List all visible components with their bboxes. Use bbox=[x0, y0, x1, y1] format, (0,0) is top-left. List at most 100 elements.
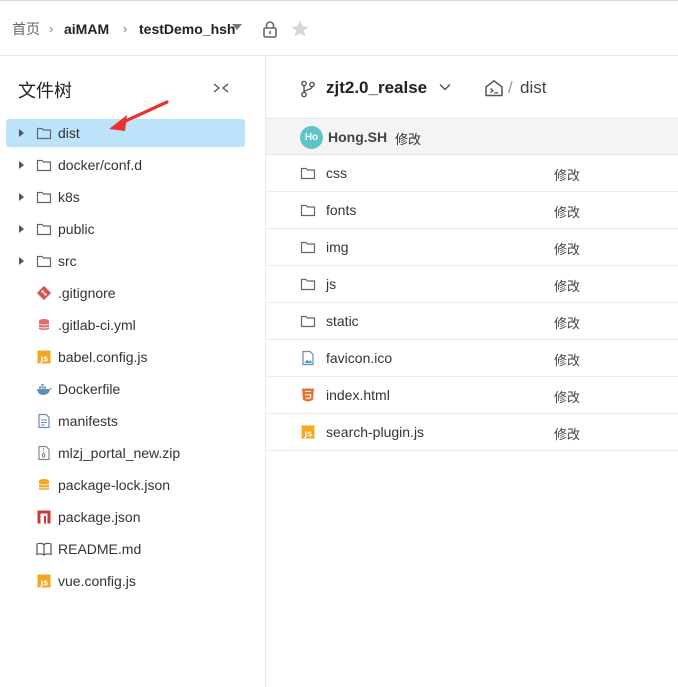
tree-item-package-json[interactable]: package.json bbox=[6, 503, 245, 531]
file-name-link[interactable]: js bbox=[326, 276, 336, 292]
folder-icon bbox=[300, 165, 316, 181]
tree-item-label: README.md bbox=[58, 541, 142, 557]
file-name-link[interactable]: static bbox=[326, 313, 359, 329]
file-row[interactable]: fonts 修改 bbox=[266, 192, 678, 229]
expand-arrow-icon[interactable] bbox=[19, 225, 24, 233]
expand-arrow-icon[interactable] bbox=[19, 161, 24, 169]
tree-item-k8s[interactable]: k8s bbox=[6, 183, 245, 211]
tree-item-label: mlzj_portal_new.zip bbox=[58, 445, 181, 461]
repo-root-icon[interactable] bbox=[484, 79, 504, 97]
top-divider bbox=[0, 0, 678, 3]
file-row[interactable]: static 修改 bbox=[266, 303, 678, 340]
tree-item-dockerfile[interactable]: Dockerfile bbox=[6, 375, 245, 403]
expand-arrow-icon[interactable] bbox=[19, 193, 24, 201]
folder-icon bbox=[36, 125, 52, 141]
tree-item-gitignore[interactable]: .gitignore bbox=[6, 279, 245, 307]
file-name-link[interactable]: img bbox=[326, 239, 349, 255]
file-name-link[interactable]: fonts bbox=[326, 202, 356, 218]
tree-item-label: src bbox=[58, 253, 77, 269]
folder-icon bbox=[300, 313, 316, 329]
tree-item-label: docker/conf.d bbox=[58, 157, 143, 173]
tree-item-label: vue.config.js bbox=[58, 573, 136, 589]
tree-item-label: babel.config.js bbox=[58, 349, 148, 365]
current-path[interactable]: dist bbox=[520, 78, 546, 98]
tree-item-babel-config-js[interactable]: JS babel.config.js bbox=[6, 343, 245, 371]
tree-item-package-lock-json[interactable]: package-lock.json bbox=[6, 471, 245, 499]
npm-icon bbox=[36, 509, 52, 525]
collapse-panel-icon[interactable] bbox=[213, 82, 229, 94]
file-name-link[interactable]: css bbox=[326, 165, 347, 181]
folder-icon bbox=[300, 239, 316, 255]
file-commit-message[interactable]: 修改 bbox=[554, 387, 580, 406]
top-breadcrumb-bar: 首页 › aiMAM › testDemo_hsh bbox=[0, 0, 678, 56]
svg-text:JS: JS bbox=[304, 431, 313, 439]
tree-item-label: .gitignore bbox=[58, 285, 116, 301]
file-name-link[interactable]: favicon.ico bbox=[326, 350, 392, 366]
text-file-icon bbox=[36, 413, 52, 429]
breadcrumb-home-link[interactable]: 首页 bbox=[12, 20, 40, 38]
js-icon: JS bbox=[300, 424, 316, 440]
file-row[interactable]: js 修改 bbox=[266, 266, 678, 303]
file-browser-main: zjt2.0_realse / dist Ho Hong.SH 修改 css 修改… bbox=[266, 56, 678, 687]
svg-text:JS: JS bbox=[40, 580, 49, 588]
breadcrumb-repo-link[interactable]: aiMAM bbox=[64, 20, 109, 38]
tree-item-label: public bbox=[58, 221, 95, 237]
tree-item-label: .gitlab-ci.yml bbox=[58, 317, 136, 333]
file-commit-message[interactable]: 修改 bbox=[554, 350, 580, 369]
folder-icon bbox=[36, 253, 52, 269]
expand-arrow-icon[interactable] bbox=[19, 257, 24, 265]
file-name-link[interactable]: search-plugin.js bbox=[326, 424, 424, 440]
tree-item-manifests[interactable]: manifests bbox=[6, 407, 245, 435]
expand-arrow-icon[interactable] bbox=[19, 129, 24, 137]
folder-icon bbox=[36, 221, 52, 237]
file-name-link[interactable]: index.html bbox=[326, 387, 390, 403]
folder-icon bbox=[300, 202, 316, 218]
tree-item-src[interactable]: src bbox=[6, 247, 245, 275]
file-row[interactable]: css 修改 bbox=[266, 155, 678, 192]
file-commit-message[interactable]: 修改 bbox=[554, 165, 580, 184]
breadcrumb-project-link[interactable]: testDemo_hsh bbox=[139, 20, 235, 38]
tree-item-label: Dockerfile bbox=[58, 381, 121, 397]
branch-selector[interactable]: zjt2.0_realse bbox=[326, 78, 427, 98]
tree-item-label: dist bbox=[58, 125, 80, 141]
file-row[interactable]: index.html 修改 bbox=[266, 377, 678, 414]
file-commit-message[interactable]: 修改 bbox=[554, 202, 580, 221]
js-icon: JS bbox=[36, 349, 52, 365]
book-icon bbox=[36, 541, 52, 557]
tree-item-vue-config-js[interactable]: JS vue.config.js bbox=[6, 567, 245, 595]
zip-icon bbox=[36, 445, 52, 461]
tree-item-docker-conf-d[interactable]: docker/conf.d bbox=[6, 151, 245, 179]
file-tree-panel: 文件树 dist docker/conf.d k8s public src .gitign… bbox=[0, 56, 266, 687]
commit-message[interactable]: 修改 bbox=[395, 129, 421, 148]
tree-item-label: manifests bbox=[58, 413, 118, 429]
json-icon bbox=[36, 477, 52, 493]
js-icon: JS bbox=[36, 573, 52, 589]
chevron-down-icon[interactable] bbox=[439, 83, 451, 91]
branch-icon bbox=[301, 80, 315, 98]
folder-icon bbox=[36, 157, 52, 173]
tree-item-gitlab-ci-yml[interactable]: .gitlab-ci.yml bbox=[6, 311, 245, 339]
svg-text:JS: JS bbox=[40, 356, 49, 364]
file-commit-message[interactable]: 修改 bbox=[554, 313, 580, 332]
file-row[interactable]: img 修改 bbox=[266, 229, 678, 266]
chevron-right-icon: › bbox=[49, 21, 54, 36]
lock-icon bbox=[263, 21, 277, 38]
file-row[interactable]: JS search-plugin.js 修改 bbox=[266, 414, 678, 451]
tree-item-mlzj-portal-new-zip[interactable]: mlzj_portal_new.zip bbox=[6, 439, 245, 467]
git-icon bbox=[36, 285, 52, 301]
file-commit-message[interactable]: 修改 bbox=[554, 239, 580, 258]
latest-commit-bar: Ho Hong.SH 修改 bbox=[266, 118, 678, 155]
tree-item-readme-md[interactable]: README.md bbox=[6, 535, 245, 563]
star-icon[interactable] bbox=[290, 19, 310, 39]
project-dropdown-icon[interactable] bbox=[232, 24, 242, 30]
tree-item-public[interactable]: public bbox=[6, 215, 245, 243]
file-commit-message[interactable]: 修改 bbox=[554, 424, 580, 443]
yaml-icon bbox=[36, 317, 52, 333]
commit-author[interactable]: Hong.SH bbox=[328, 129, 387, 145]
html5-icon bbox=[300, 387, 316, 403]
file-row[interactable]: favicon.ico 修改 bbox=[266, 340, 678, 377]
file-commit-message[interactable]: 修改 bbox=[554, 276, 580, 295]
folder-icon bbox=[300, 276, 316, 292]
annotation-arrow bbox=[109, 100, 169, 131]
tree-item-label: package.json bbox=[58, 509, 141, 525]
